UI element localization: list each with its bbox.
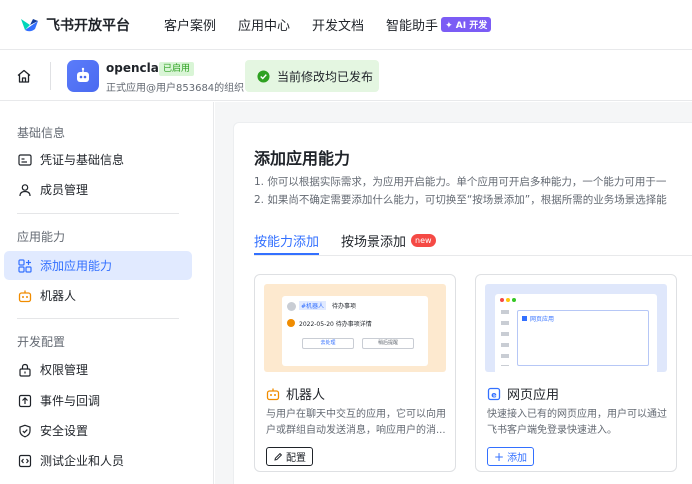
sidebar-item-robot[interactable]: 机器人 [4,281,192,310]
credential-icon [18,153,32,166]
sidebar-item-label: 测试企业和人员 [40,454,125,468]
nav-ai-assistant[interactable]: 智能助手 ✦ AI 开发 [386,15,492,34]
preview-message-card: #机器人 待办事项 2022-05-20 待办事项详情 去处理 稍后提醒 [282,296,428,366]
brand-name: 飞书开放平台 [46,17,130,34]
home-icon[interactable] [16,68,32,84]
description-line-2: 2. 如果尚不确定需要添加什么能力，可切换至“按场景添加”，根据所需的业务场景选… [254,194,667,206]
publish-status: 当前修改均已发布 [245,60,379,92]
card-title-row: 机器人 [266,384,325,403]
nav-dev-docs[interactable]: 开发文档 [312,15,364,34]
add-grid-icon [18,258,32,273]
nav-app-center[interactable]: 应用中心 [238,15,290,34]
preview-web-icon [522,316,527,321]
sidebar-item-label: 权限管理 [40,363,89,377]
preview-browser-window: 网页应用 [495,294,657,372]
preview-window-title: 网页应用 [530,316,555,323]
preview-dot-green [512,298,516,302]
card-title: 机器人 [286,388,326,403]
card-title: 网页应用 [507,388,560,403]
card-description: 与用户在聊天中交互的应用，它可以向用户或群组自动发送消息，响应用户的消... [266,409,446,436]
sidebar-item-label: 成员管理 [40,183,89,197]
preview-dot-yellow [506,298,510,302]
tab-label: 按场景添加 [341,234,407,250]
configure-button[interactable]: 配置 [266,447,313,466]
sidebar-group-dev-config: 开发配置 [17,335,66,349]
edit-icon [274,452,283,461]
new-badge: new [411,233,436,247]
tab-by-capability[interactable]: 按能力添加 [254,226,320,255]
configure-button-label: 配置 [286,453,306,464]
sidebar: 基础信息 凭证与基础信息 成员管理 应用能力 添加应用能力 机器人 开发配置 权… [0,102,214,484]
sidebar-item-events[interactable]: 事件与回调 [4,386,192,415]
sidebar-item-permissions[interactable]: 权限管理 [4,355,192,384]
check-circle-icon [257,69,270,83]
user-icon [19,183,31,196]
robot-icon [266,388,280,400]
preview-web-frame: 网页应用 [517,310,649,366]
brand-logo[interactable]: 飞书开放平台 [18,15,164,35]
capability-panel: 添加应用能力 1. 你可以根据实际需求，为应用开启能力。单个应用可开启多种能力，… [233,122,692,484]
capability-card-web-app[interactable]: 网页应用 e 网页应用 快速接入已有的网页应用，用户可以通过飞书客户端免登录快速… [475,274,677,472]
app-subtitle: 正式应用@用户853684的组织 [106,83,245,94]
feishu-logo-icon [21,18,38,31]
web-app-preview-image: 网页应用 [485,284,667,372]
sidebar-item-test-users[interactable]: 测试企业和人员 [4,446,192,475]
sidebar-item-security[interactable]: 安全设置 [4,416,192,445]
preview-btn-handle: 去处理 [302,338,354,349]
page-title: 添加应用能力 [254,149,351,168]
sidebar-item-credentials[interactable]: 凭证与基础信息 [4,145,192,174]
nav-customer-cases[interactable]: 客户案例 [164,15,216,34]
tab-bar: 按能力添加 按场景添加 new [254,226,458,255]
plus-icon: + [494,449,505,464]
preview-avatar [287,302,296,311]
add-web-app-button[interactable]: + 添加 [487,447,535,466]
sidebar-item-members[interactable]: 成员管理 [4,175,192,204]
card-title-row: e 网页应用 [487,384,559,403]
sidebar-item-label: 事件与回调 [40,394,101,408]
code-icon [18,454,32,467]
sidebar-group-capabilities: 应用能力 [17,230,66,244]
app-avatar [67,60,99,92]
sidebar-divider [17,213,179,214]
header-divider [50,62,51,90]
preview-bot-icon [287,319,295,327]
sidebar-divider [17,318,179,319]
add-button-label: 添加 [507,453,528,464]
sidebar-group-basic: 基础信息 [17,126,66,140]
sidebar-item-add-capability[interactable]: 添加应用能力 [4,251,192,280]
sidebar-item-label: 添加应用能力 [40,259,113,273]
lock-icon [19,363,31,377]
preview-bot-title: 待办事项 [332,303,357,310]
preview-sidebar-icons [501,310,509,366]
svg-text:e: e [491,390,497,399]
robot-avatar-icon [77,67,89,82]
sidebar-item-label: 凭证与基础信息 [40,153,125,167]
tab-by-scenario[interactable]: 按场景添加 new [341,226,436,254]
robot-preview-image: #机器人 待办事项 2022-05-20 待办事项详情 去处理 稍后提醒 [264,284,446,372]
top-nav: 飞书开放平台 客户案例 应用中心 开发文档 智能助手 ✦ AI 开发 [0,0,692,50]
capability-card-robot[interactable]: #机器人 待办事项 2022-05-20 待办事项详情 去处理 稍后提醒 机器人… [254,274,456,472]
shield-icon [19,424,31,437]
tab-underline [254,255,692,256]
nav-ai-label: 智能助手 [386,19,439,34]
ai-dev-badge: ✦ AI 开发 [441,17,492,32]
web-app-icon: e [487,387,501,400]
event-icon [18,394,32,407]
preview-btn-remind: 稍后提醒 [362,338,414,349]
preview-date-line: 2022-05-20 待办事项详情 [299,321,372,328]
status-badge: 已启用 [159,62,195,76]
preview-dot-red [500,298,504,302]
preview-bot-tag: #机器人 [299,301,327,310]
sidebar-item-label: 安全设置 [40,424,89,438]
publish-status-text: 当前修改均已发布 [277,69,374,84]
description-line-1: 1. 你可以根据实际需求，为应用开启能力。单个应用可开启多种能力，一个能力可用于… [254,176,667,188]
robot-icon [18,290,32,302]
sidebar-item-label: 机器人 [40,289,77,303]
card-description: 快速接入已有的网页应用，用户可以通过飞书客户端免登录快速进入。 [487,409,667,436]
app-header: openclaw 已启用 正式应用@用户853684的组织 当前修改均已发布 [0,51,692,101]
